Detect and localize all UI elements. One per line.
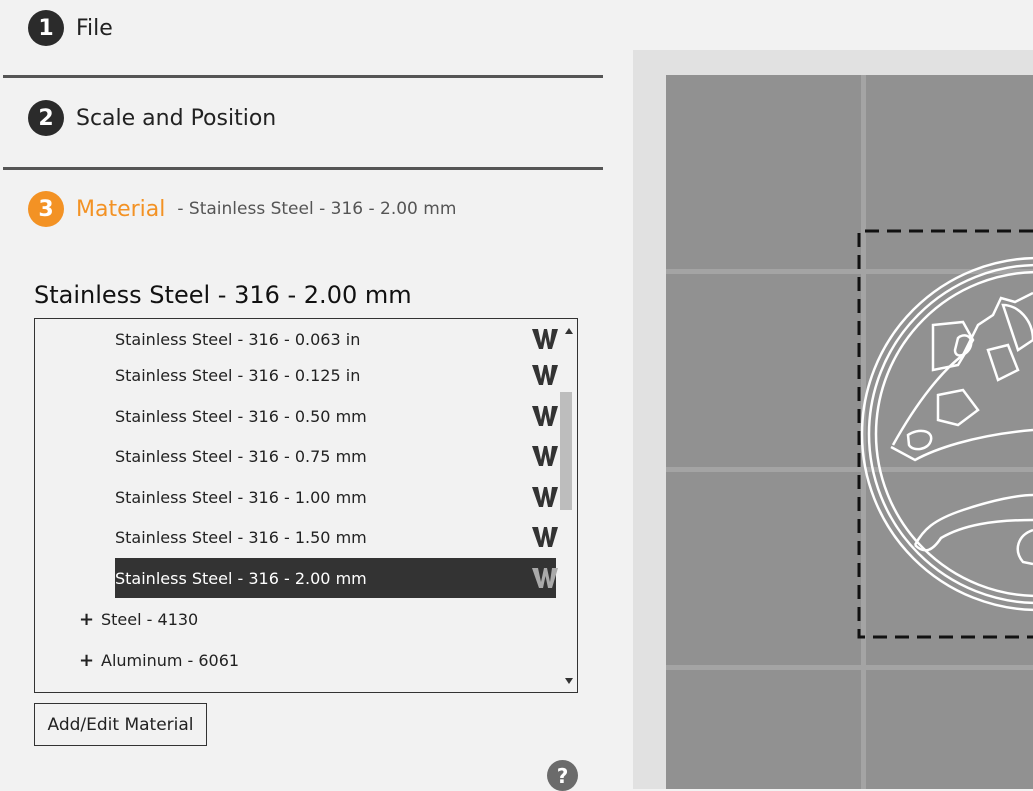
section-divider	[3, 75, 603, 78]
material-item[interactable]: Stainless Steel - 316 - 1.00 mm	[115, 477, 558, 517]
material-list[interactable]: Stainless Steel - 316 - 0.063 in Stainle…	[34, 318, 578, 693]
w-icon	[532, 446, 558, 466]
w-icon	[532, 527, 558, 547]
help-icon[interactable]: ?	[547, 760, 578, 791]
material-item[interactable]: Stainless Steel - 316 - 0.063 in	[115, 319, 558, 359]
step-label: File	[76, 15, 113, 41]
scroll-down-arrow-icon[interactable]	[565, 678, 573, 684]
material-group-label: Steel - 4130	[101, 609, 199, 629]
preview-graphic	[666, 75, 1033, 789]
w-icon	[532, 568, 558, 588]
step-number-badge: 3	[28, 191, 64, 227]
material-item[interactable]: Stainless Steel - 316 - 1.50 mm	[115, 517, 558, 557]
material-item-label: Stainless Steel - 316 - 0.063 in	[115, 329, 361, 349]
step-subtitle: - Stainless Steel - 316 - 2.00 mm	[177, 199, 457, 219]
material-item-selected[interactable]: Stainless Steel - 316 - 2.00 mm	[115, 558, 558, 598]
selected-material-title: Stainless Steel - 316 - 2.00 mm	[34, 281, 412, 309]
material-item-label: Stainless Steel - 316 - 0.75 mm	[115, 446, 367, 466]
list-scrollbar[interactable]	[559, 319, 575, 692]
material-item-label: Stainless Steel - 316 - 1.00 mm	[115, 487, 367, 507]
plus-icon[interactable]: +	[79, 650, 94, 671]
preview-canvas[interactable]	[633, 50, 1033, 789]
step-file[interactable]: 1 File	[28, 10, 113, 46]
material-group-label: Aluminum - 6061	[101, 650, 240, 670]
scroll-up-arrow-icon[interactable]	[565, 328, 573, 334]
material-item[interactable]: Stainless Steel - 316 - 0.50 mm	[115, 396, 558, 436]
step-number-badge: 1	[28, 10, 64, 46]
material-item-label: Stainless Steel - 316 - 0.125 in	[115, 365, 361, 385]
plus-icon[interactable]: +	[79, 609, 94, 630]
step-label: Material	[76, 196, 166, 222]
w-icon	[532, 365, 558, 385]
material-group-steel[interactable]: + Steel - 4130	[79, 599, 549, 639]
scroll-thumb[interactable]	[560, 392, 572, 510]
section-divider	[3, 167, 603, 170]
step-material[interactable]: 3 Material - Stainless Steel - 316 - 2.0…	[28, 191, 456, 227]
material-group-aluminum[interactable]: + Aluminum - 6061	[79, 640, 549, 680]
add-edit-material-button[interactable]: Add/Edit Material	[34, 703, 207, 746]
step-label: Scale and Position	[76, 105, 277, 131]
material-item[interactable]: Stainless Steel - 316 - 0.75 mm	[115, 436, 558, 476]
material-item[interactable]: Stainless Steel - 316 - 0.125 in	[115, 355, 558, 395]
w-icon	[532, 487, 558, 507]
w-icon	[532, 329, 558, 349]
material-item-label: Stainless Steel - 316 - 1.50 mm	[115, 527, 367, 547]
step-number-badge: 2	[28, 100, 64, 136]
w-icon	[532, 406, 558, 426]
material-item-label: Stainless Steel - 316 - 0.50 mm	[115, 406, 367, 426]
step-scale-position[interactable]: 2 Scale and Position	[28, 100, 276, 136]
material-item-label: Stainless Steel - 316 - 2.00 mm	[115, 568, 367, 588]
